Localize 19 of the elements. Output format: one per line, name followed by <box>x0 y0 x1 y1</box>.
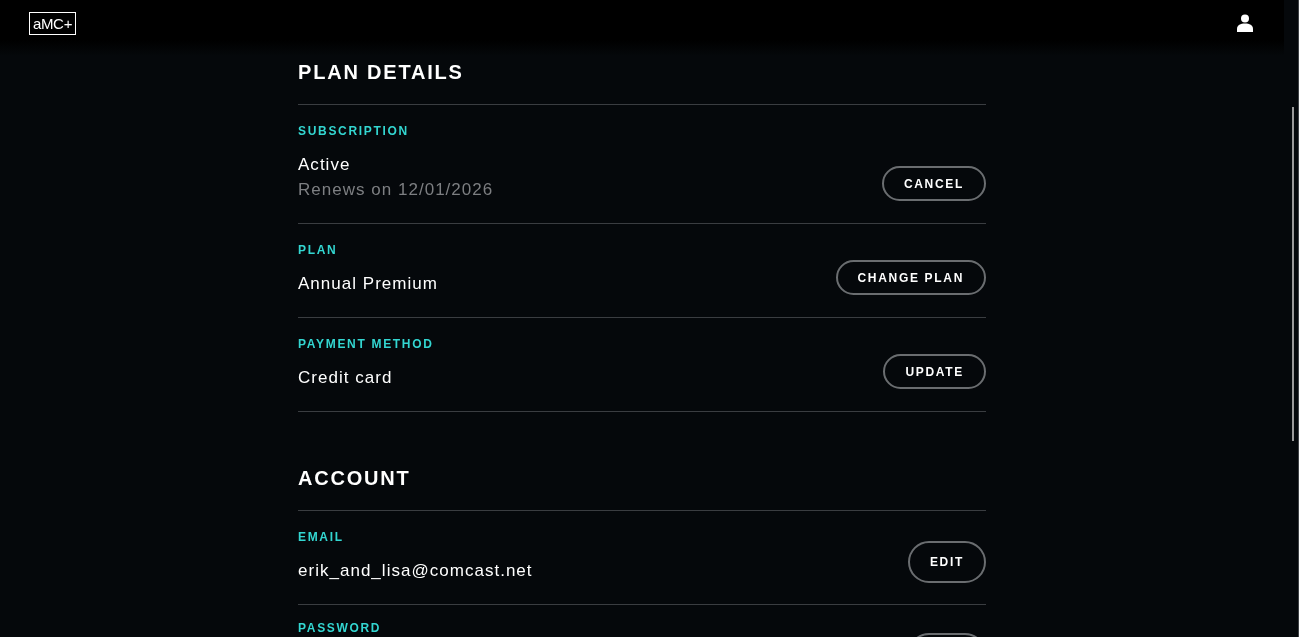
action-button[interactable]: EDIT <box>907 541 986 583</box>
field-value: Credit card <box>298 367 394 389</box>
field-label: PAYMENT METHOD <box>298 339 434 349</box>
action-button[interactable]: CANCEL <box>881 166 986 201</box>
field-value: Active <box>298 154 352 176</box>
section-title: PLAN DETAILS <box>298 58 986 105</box>
action-button[interactable]: UPDATE <box>883 354 986 389</box>
field-label: PASSWORD <box>298 623 382 633</box>
field-label: EMAIL <box>298 532 345 542</box>
field-label: PLAN <box>298 245 339 255</box>
field-label: SUBSCRIPTION <box>298 126 410 136</box>
logo[interactable]: aMC+ <box>29 12 76 35</box>
user-icon[interactable] <box>1237 14 1253 32</box>
action-button[interactable]: CHANGE PLAN <box>835 260 986 295</box>
field-value: Annual Premium <box>298 273 438 295</box>
field-value: erik_and_lisa@comcast.net <box>298 560 533 582</box>
renewal-date: Renews on 12/01/2026 <box>298 179 494 201</box>
section-title: ACCOUNT <box>298 464 986 511</box>
scrollbar-thumb[interactable] <box>1292 107 1294 441</box>
